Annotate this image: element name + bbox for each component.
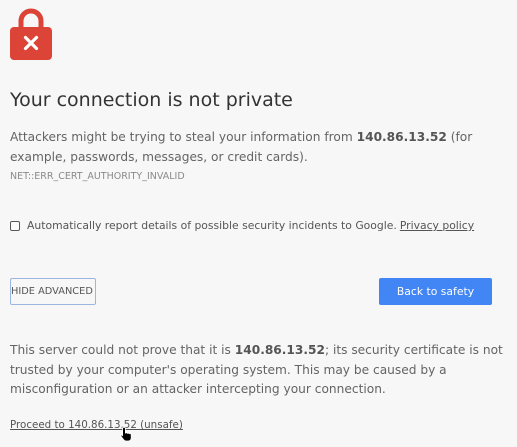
hand-pointer-icon [120,426,132,442]
interstitial-page: Your connection is not private Attackers… [0,0,517,447]
report-checkbox[interactable] [10,220,20,231]
lock-error-icon [10,8,52,60]
proceed-unsafe-link[interactable]: Proceed to 140.86.13.52 (unsafe) [10,419,183,431]
details-text: This server could not prove that it is [10,343,235,357]
report-label: Automatically report details of possible… [27,219,397,232]
hide-advanced-button[interactable]: HIDE ADVANCED [10,278,96,305]
privacy-policy-link[interactable]: Privacy policy [400,219,474,232]
main-message-text: Attackers might be trying to steal your … [10,130,357,144]
page-title: Your connection is not private [10,89,293,111]
details-host-name: 140.86.13.52 [234,343,325,357]
report-option: Automatically report details of possible… [10,219,474,232]
main-message: Attackers might be trying to steal your … [10,127,500,167]
details-message: This server could not prove that it is 1… [10,341,508,400]
back-to-safety-button[interactable]: Back to safety [379,278,492,305]
host-name: 140.86.13.52 [356,130,447,144]
error-code: NET::ERR_CERT_AUTHORITY_INVALID [10,171,185,182]
